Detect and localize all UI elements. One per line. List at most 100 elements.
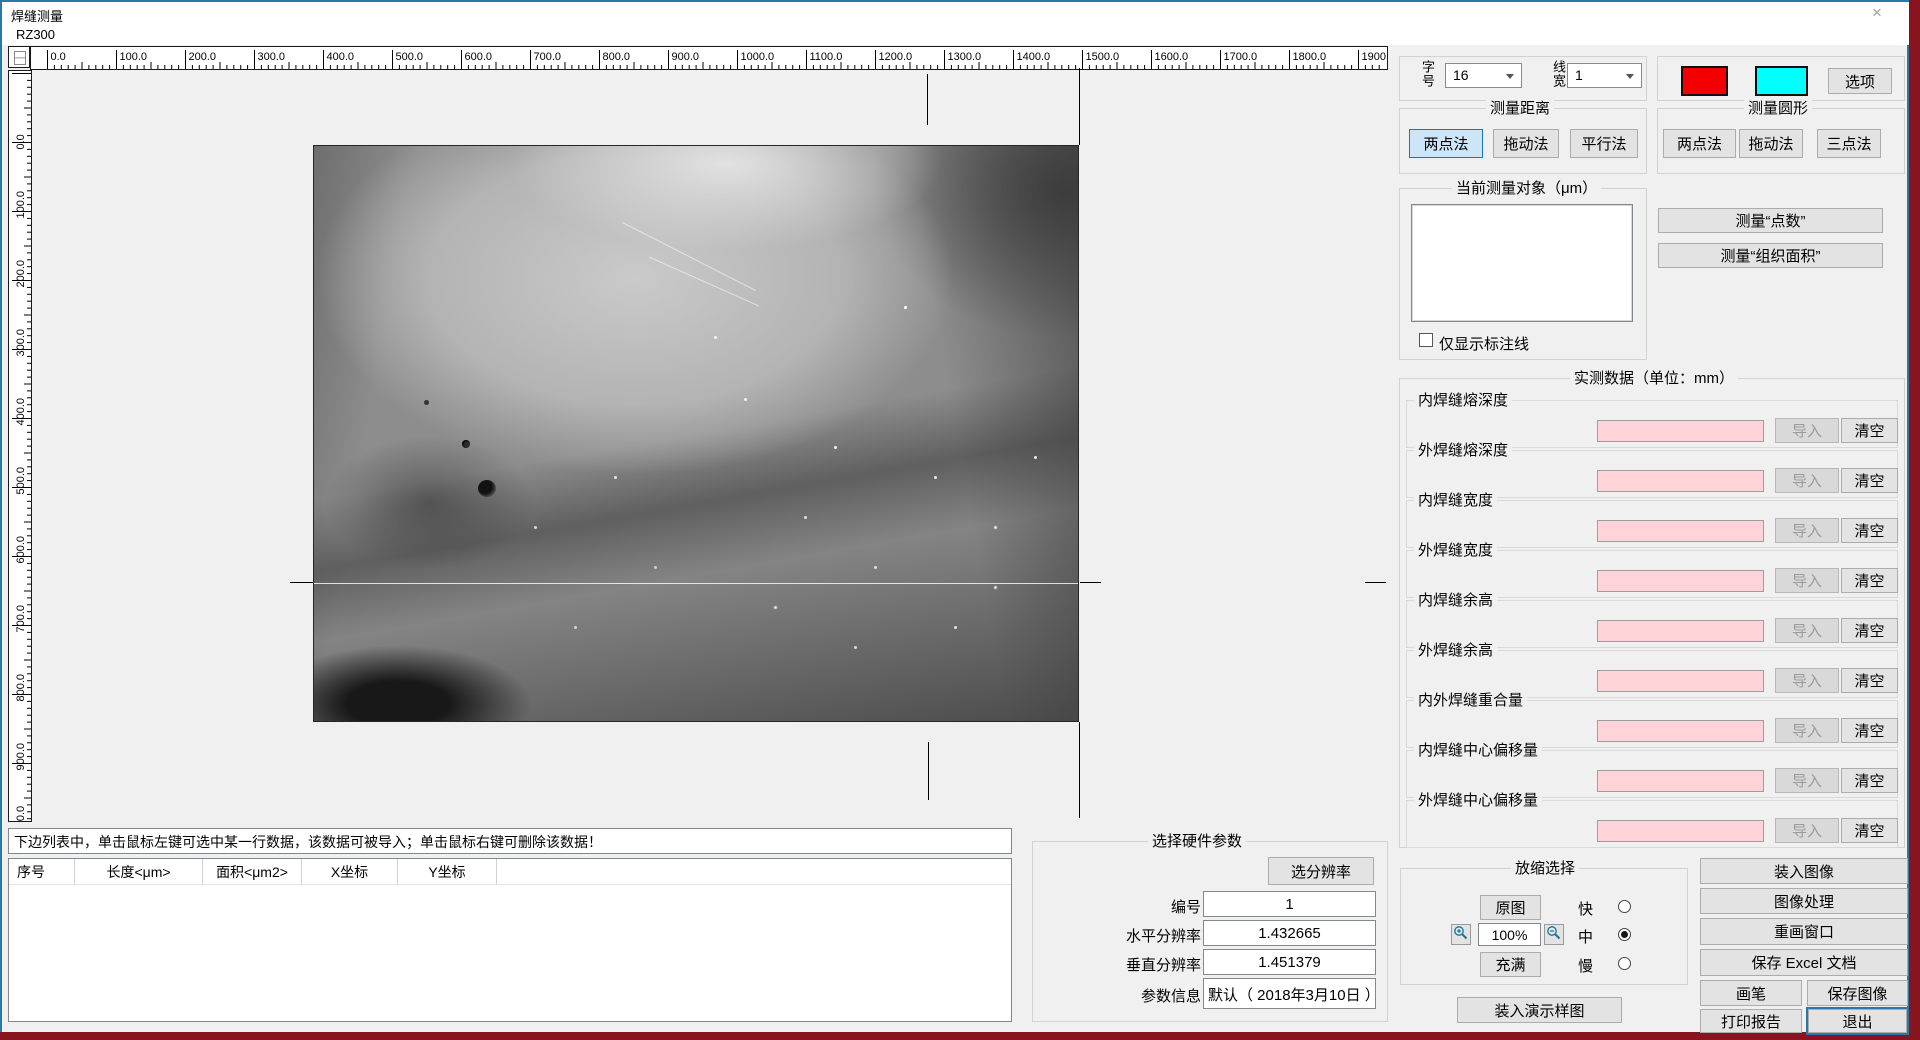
desktop-strip-right	[1909, 0, 1920, 1040]
value-field[interactable]	[1597, 620, 1764, 642]
col-area[interactable]: 面积<μm2>	[203, 859, 302, 884]
value-field[interactable]	[1597, 720, 1764, 742]
value-field[interactable]	[1597, 570, 1764, 592]
fill-color-swatch[interactable]	[1755, 66, 1808, 96]
window-border-left	[0, 0, 2, 1032]
col-y[interactable]: Y坐标	[398, 859, 497, 884]
distance-two-point-button[interactable]: 两点法	[1409, 129, 1483, 158]
clear-button[interactable]: 清空	[1841, 618, 1898, 643]
circle-two-point-button[interactable]: 两点法	[1663, 129, 1736, 158]
weld-micrograph-image[interactable]	[313, 145, 1079, 722]
line-width-combobox[interactable]: 1	[1567, 63, 1642, 88]
font-size-label: 字号	[1420, 60, 1434, 88]
import-button[interactable]: 导入	[1775, 418, 1839, 443]
svg-text:600.0: 600.0	[465, 51, 493, 63]
select-resolution-button[interactable]: 选分辨率	[1268, 857, 1374, 885]
horizontal-ruler: 0.0100.0200.0300.0400.0500.0600.0700.080…	[30, 46, 1388, 70]
exit-button[interactable]: 退出	[1808, 1009, 1907, 1033]
horizontal-measure-line	[314, 583, 1078, 584]
status-hint-text: 下边列表中，单击鼠标左键可选中某一行数据，该数据可被导入；单击鼠标右键可删除该数…	[14, 832, 602, 852]
font-size-combobox[interactable]: 16	[1445, 63, 1522, 88]
import-button[interactable]: 导入	[1775, 568, 1839, 593]
import-button[interactable]: 导入	[1775, 718, 1839, 743]
zoom-selection-group: 放缩选择 原图 100% 充满 快 中 慢	[1400, 868, 1688, 985]
status-hint-box: 下边列表中，单击鼠标左键可选中某一行数据，该数据可被导入；单击鼠标右键可删除该数…	[8, 828, 1012, 854]
clear-button[interactable]: 清空	[1841, 568, 1898, 593]
show-annotation-checkbox[interactable]	[1419, 333, 1433, 347]
speed-fast-label: 快	[1578, 898, 1593, 919]
param-info-field[interactable]: 默认（ 2018年3月10日 ）	[1203, 978, 1376, 1009]
value-field[interactable]	[1597, 670, 1764, 692]
import-button[interactable]: 导入	[1775, 518, 1839, 543]
value-field[interactable]	[1597, 420, 1764, 442]
measurement-table[interactable]: 序号 长度<μm> 面积<μm2> X坐标 Y坐标	[8, 858, 1012, 1022]
value-field[interactable]	[1597, 520, 1764, 542]
import-button[interactable]: 导入	[1775, 668, 1839, 693]
redraw-window-button[interactable]: 重画窗口	[1700, 918, 1908, 945]
import-button[interactable]: 导入	[1775, 818, 1839, 843]
clear-button[interactable]: 清空	[1841, 768, 1898, 793]
field-label: 内焊缝熔深度	[1414, 392, 1512, 409]
field-label: 内焊缝宽度	[1414, 492, 1497, 509]
speed-fast-radio[interactable]	[1618, 900, 1631, 913]
value-field[interactable]	[1597, 470, 1764, 492]
load-image-button[interactable]: 装入图像	[1700, 858, 1908, 884]
image-processing-button[interactable]: 图像处理	[1700, 888, 1908, 914]
h-resolution-field[interactable]: 1.432665	[1203, 920, 1376, 946]
value-field[interactable]	[1597, 770, 1764, 792]
print-report-button[interactable]: 打印报告	[1700, 1009, 1802, 1033]
save-excel-button[interactable]: 保存 Excel 文档	[1700, 949, 1908, 976]
pen-color-swatch[interactable]	[1681, 66, 1728, 96]
import-button[interactable]: 导入	[1775, 768, 1839, 793]
brush-button[interactable]: 画笔	[1700, 980, 1802, 1006]
zoom-out-icon	[1546, 925, 1562, 941]
clear-button[interactable]: 清空	[1841, 818, 1898, 843]
col-index[interactable]: 序号	[9, 859, 75, 884]
clear-button[interactable]: 清空	[1841, 718, 1898, 743]
measure-line-edge-dash	[1365, 582, 1386, 583]
circle-three-point-button[interactable]: 三点法	[1817, 129, 1881, 158]
vertical-ruler: 0.0100.0200.0300.0400.0500.0600.0700.080…	[8, 70, 32, 822]
load-demo-image-button[interactable]: 装入演示样图	[1457, 997, 1622, 1023]
clear-button[interactable]: 清空	[1841, 468, 1898, 493]
id-field[interactable]: 1	[1203, 891, 1376, 917]
value-field[interactable]	[1597, 820, 1764, 842]
col-x[interactable]: X坐标	[302, 859, 398, 884]
field-label: 外焊缝熔深度	[1414, 442, 1512, 459]
original-size-button[interactable]: 原图	[1480, 895, 1541, 920]
measure-area-button[interactable]: 测量“组织面积”	[1658, 243, 1883, 268]
measure-points-button[interactable]: 测量“点数”	[1658, 208, 1883, 233]
speed-medium-radio[interactable]	[1618, 928, 1631, 941]
zoom-percent-field[interactable]: 100%	[1478, 923, 1541, 946]
col-length[interactable]: 长度<μm>	[75, 859, 203, 884]
clear-button[interactable]: 清空	[1841, 418, 1898, 443]
line-width-value: 1	[1575, 67, 1583, 83]
distance-drag-button[interactable]: 拖动法	[1493, 129, 1559, 158]
measured-row: 内焊缝宽度导入清空	[1406, 500, 1898, 548]
measure-line-left-stub	[290, 582, 313, 583]
zoom-in-icon	[1453, 925, 1469, 941]
fit-button[interactable]: 充满	[1480, 952, 1541, 977]
import-button[interactable]: 导入	[1775, 618, 1839, 643]
measured-row: 内外焊缝重合量导入清空	[1406, 700, 1898, 748]
zoom-out-button[interactable]	[1544, 924, 1564, 945]
clear-button[interactable]: 清空	[1841, 668, 1898, 693]
field-label: 外焊缝余高	[1414, 642, 1497, 659]
svg-text:400.0: 400.0	[327, 51, 355, 63]
clear-button[interactable]: 清空	[1841, 518, 1898, 543]
field-label: 内焊缝中心偏移量	[1414, 742, 1542, 759]
close-icon[interactable]: ×	[1867, 3, 1887, 23]
options-button[interactable]: 选项	[1828, 68, 1892, 94]
import-button[interactable]: 导入	[1775, 468, 1839, 493]
speed-slow-radio[interactable]	[1618, 957, 1631, 970]
menu-item-rz300[interactable]: RZ300	[14, 27, 57, 42]
measured-row: 内焊缝中心偏移量导入清空	[1406, 750, 1898, 798]
svg-text:1800.0: 1800.0	[1293, 51, 1327, 63]
pen-settings-group: 字号 16 线宽 1	[1399, 56, 1647, 101]
circle-drag-button[interactable]: 拖动法	[1739, 129, 1803, 158]
distance-parallel-button[interactable]: 平行法	[1570, 129, 1638, 158]
measurement-listbox[interactable]	[1411, 204, 1633, 322]
save-image-button[interactable]: 保存图像	[1807, 980, 1908, 1006]
zoom-in-button[interactable]	[1451, 924, 1471, 945]
v-resolution-field[interactable]: 1.451379	[1203, 949, 1376, 975]
